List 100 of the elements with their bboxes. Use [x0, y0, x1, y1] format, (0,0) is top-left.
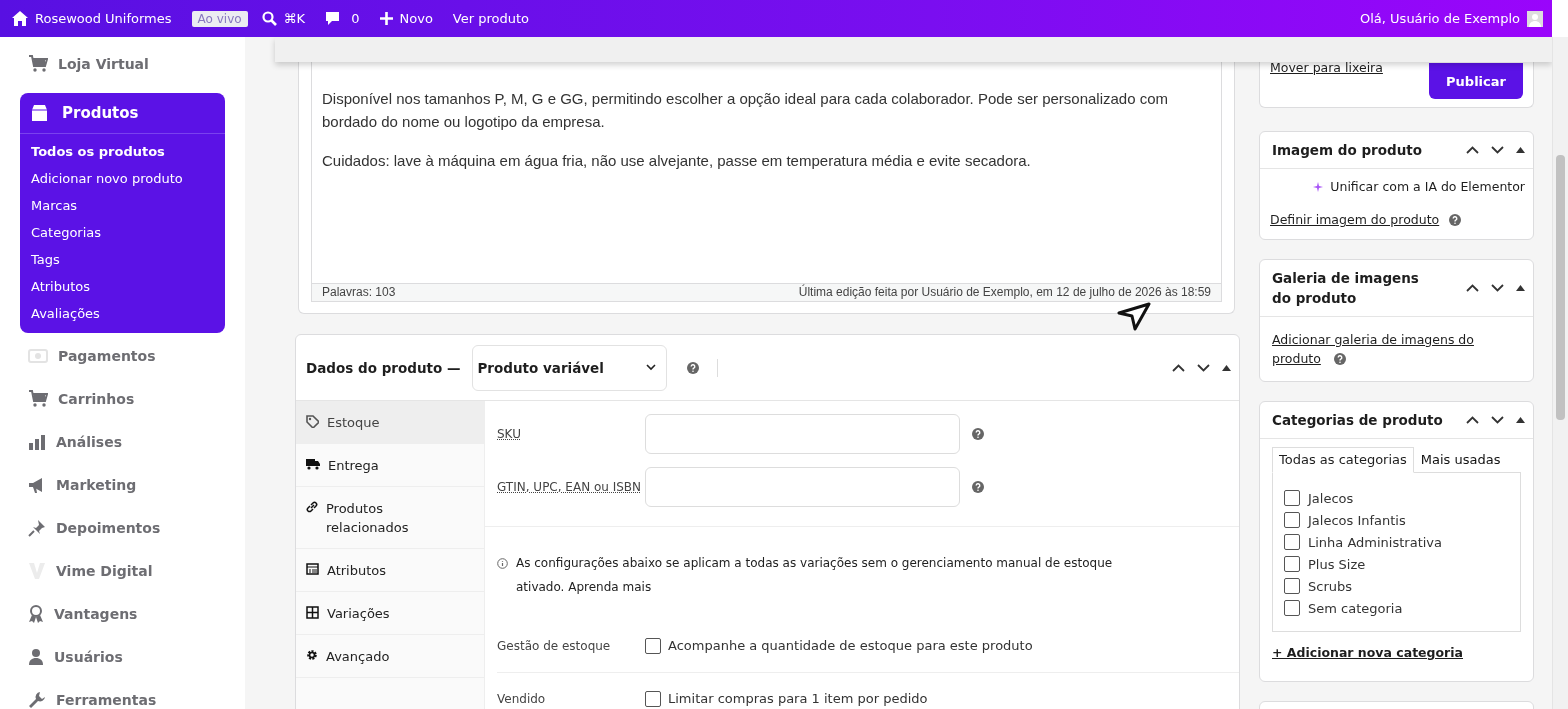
- chevron-up-icon: [1466, 284, 1479, 292]
- category-label: Sem categoria: [1308, 600, 1403, 616]
- rosette-icon: [28, 605, 44, 623]
- comment-icon: [325, 11, 341, 26]
- input-field[interactable]: [645, 414, 960, 454]
- checkbox[interactable]: [1284, 490, 1300, 506]
- category-tab[interactable]: Mais usadas: [1413, 447, 1508, 472]
- scrollbar-thumb[interactable]: [1556, 155, 1565, 420]
- product-data-tab[interactable]: Produtos relacionados: [296, 487, 484, 549]
- checkbox[interactable]: [1284, 600, 1300, 616]
- panel-title: Imagem do produto: [1272, 141, 1423, 160]
- category-label: Scrubs: [1308, 578, 1352, 594]
- checkbox-label: Acompanhe a quantidade de estoque para este produto: [668, 638, 1033, 653]
- chevron-up-icon: [1466, 146, 1479, 154]
- field-label: Vendido: [497, 691, 547, 706]
- collapse-icon: [1516, 285, 1525, 291]
- account-menu[interactable]: Olá, Usuário de Exemplo: [1360, 10, 1543, 27]
- submenu-item[interactable]: Tags: [20, 246, 225, 273]
- submenu-item[interactable]: Todos os produtos: [20, 138, 225, 165]
- product-type-select[interactable]: Produto variável: [472, 344, 668, 391]
- store-icon: [31, 104, 48, 122]
- category-label: Jalecos Infantis: [1308, 512, 1406, 528]
- category-tab[interactable]: Todas as categorias: [1272, 447, 1414, 473]
- product-data-tab[interactable]: Estoque: [296, 401, 484, 444]
- chevron-down-icon: [1491, 146, 1504, 154]
- collapse-icon: [1516, 417, 1525, 423]
- add-gallery-link[interactable]: Adicionar galeria de imagens do produto: [1272, 330, 1487, 368]
- wrench-icon: [28, 691, 46, 709]
- chevron-up-icon: [1172, 363, 1185, 372]
- checkbox[interactable]: [645, 637, 661, 654]
- view-product-link[interactable]: Ver produto: [452, 11, 530, 26]
- publish-button[interactable]: Publicar: [1429, 63, 1523, 99]
- checkbox[interactable]: [1284, 556, 1300, 572]
- category-label: Linha Administrativa: [1308, 534, 1443, 550]
- submenu-item[interactable]: Adicionar novo produto: [20, 165, 225, 192]
- field-label: SKU: [497, 427, 522, 441]
- sidebar-item[interactable]: Marketing: [28, 474, 245, 496]
- checkbox-label: Limitar compras para 1 item por pedido: [668, 691, 928, 706]
- chevron-down-icon: [1491, 284, 1504, 292]
- product-data-tab[interactable]: Variações: [296, 592, 484, 635]
- panel-title: Galeria de imagens do produto: [1272, 269, 1420, 308]
- checkbox[interactable]: [1284, 534, 1300, 550]
- submenu-item[interactable]: Categorias: [20, 219, 225, 246]
- sidebar-item[interactable]: Vantagens: [28, 603, 245, 625]
- input-field[interactable]: [645, 467, 960, 507]
- learn-more-link[interactable]: Aprenda mais: [568, 580, 652, 594]
- live-badge: Ao vivo: [191, 10, 248, 27]
- sidebar-item[interactable]: Carrinhos: [28, 388, 245, 410]
- sidebar-item[interactable]: Produtos: [20, 93, 225, 134]
- comments-link[interactable]: 0: [325, 11, 360, 26]
- help-icon: [1334, 353, 1346, 365]
- sidebar-item[interactable]: Vime Digital: [28, 560, 245, 582]
- product-data-tab[interactable]: Avançado: [296, 635, 484, 678]
- product-data-tab[interactable]: Entrega: [296, 444, 484, 487]
- cart-icon: [28, 390, 48, 408]
- home-icon: [12, 11, 28, 26]
- gear-icon: [306, 649, 318, 661]
- product-data-tab[interactable]: Atributos: [296, 549, 484, 592]
- help-icon: [687, 361, 700, 374]
- chevron-down-icon: [646, 364, 657, 371]
- chevron-down-icon: [1491, 416, 1504, 424]
- checkbox[interactable]: [1284, 578, 1300, 594]
- avatar-icon: [1527, 10, 1543, 27]
- submenu-item[interactable]: Marcas: [20, 192, 225, 219]
- user-icon: [28, 648, 44, 666]
- notice-text: As configurações abaixo se aplicam a todas as variações sem o gerenciamento manual de estoque ativado. Aprenda mais: [516, 555, 1114, 596]
- ai-button[interactable]: Unificar com a IA do Elementor: [1270, 179, 1525, 194]
- search-shortcut[interactable]: ⌘K: [261, 11, 306, 26]
- panel-title: Categorias de produto: [1272, 411, 1443, 430]
- checkbox[interactable]: [645, 690, 661, 707]
- chevron-up-icon: [1466, 416, 1479, 424]
- sidebar-item[interactable]: Pagamentos: [28, 345, 245, 367]
- panel-title: Dados do produto —: [306, 359, 461, 376]
- collapse-icon: [1222, 364, 1231, 371]
- cart-icon: [28, 55, 48, 73]
- link-icon: [306, 501, 318, 513]
- sidebar-item[interactable]: Loja Virtual: [28, 53, 245, 75]
- plus-icon: [379, 12, 393, 25]
- info-icon: [497, 558, 508, 569]
- help-icon: [1449, 213, 1462, 226]
- sidebar-item[interactable]: Análises: [28, 431, 245, 453]
- trash-link[interactable]: Mover para lixeira: [1270, 60, 1383, 107]
- field-label: GTIN, UPC, EAN ou ISBN: [497, 480, 643, 494]
- sidebar-item[interactable]: Depoimentos: [28, 517, 245, 539]
- chevron-down-icon: [1197, 363, 1210, 372]
- set-image-link[interactable]: Definir imagem do produto: [1270, 212, 1440, 227]
- sidebar-item[interactable]: Ferramentas: [28, 689, 245, 709]
- word-count: Palavras: 103: [322, 284, 396, 301]
- sidebar-item[interactable]: Usuários: [28, 646, 245, 668]
- search-icon: [261, 11, 277, 26]
- category-label: Jalecos: [1308, 490, 1354, 506]
- add-category-link[interactable]: + Adicionar nova categoria: [1272, 645, 1463, 660]
- bar-chart-icon: [28, 434, 46, 450]
- paragraph: Disponível nos tamanhos P, M, G e GG, permitindo escolher a opção ideal para cada colaborador. Pode ser personalizado com bordado do nome ou logotipo da empresa.: [322, 89, 1170, 132]
- checkbox[interactable]: [1284, 512, 1300, 528]
- submenu-item[interactable]: Atributos: [20, 273, 225, 300]
- new-link[interactable]: Novo: [379, 11, 433, 26]
- banknote-icon: [28, 348, 48, 364]
- submenu-item[interactable]: Avaliações: [20, 300, 225, 327]
- site-link[interactable]: Rosewood Uniformes: [12, 11, 172, 26]
